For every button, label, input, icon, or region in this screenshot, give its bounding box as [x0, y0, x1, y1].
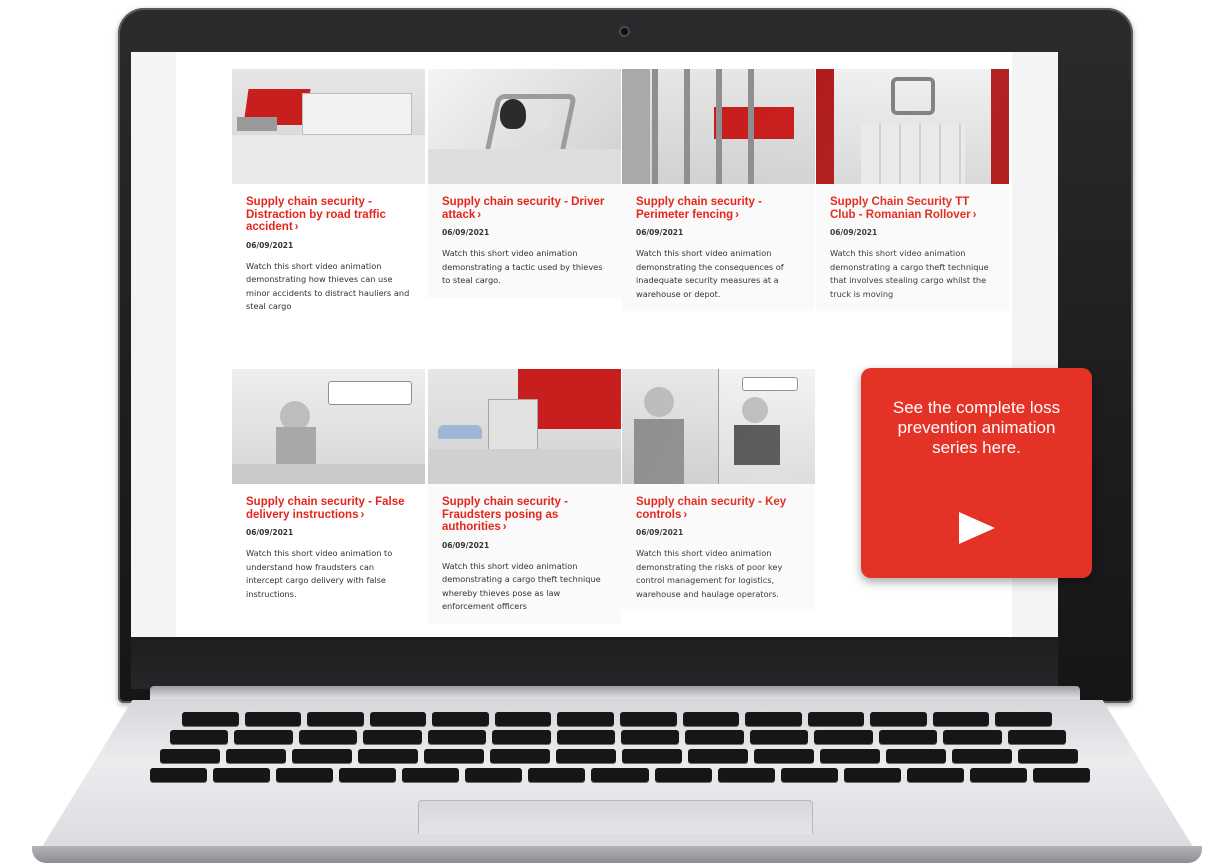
keyboard-key: [150, 768, 208, 782]
keyboard-key: [622, 749, 682, 763]
keyboard-key: [807, 712, 865, 726]
keyboard-key: [932, 712, 990, 726]
keyboard-key: [424, 749, 484, 763]
keyboard-key: [717, 768, 775, 782]
keyboard-key: [182, 712, 239, 726]
keyboard-key: [369, 712, 427, 726]
keyboard-key: [995, 712, 1052, 726]
keyboard-key: [843, 768, 901, 782]
keyboard-key: [432, 712, 489, 726]
keyboard-key: [886, 749, 946, 763]
keyboard-key: [402, 768, 460, 782]
keyboard-key: [1032, 768, 1090, 782]
keyboard-key: [685, 730, 744, 744]
keyboard-key: [557, 712, 614, 726]
keyboard-key: [682, 712, 740, 726]
keyboard-key: [170, 730, 229, 744]
keyboard-key: [427, 730, 487, 744]
keyboard-key: [591, 768, 649, 782]
keyboard-key: [621, 730, 680, 744]
trackpad[interactable]: [418, 800, 813, 834]
keyboard-key: [870, 712, 927, 726]
keyboard-key: [620, 712, 677, 726]
keyboard-key: [234, 730, 293, 744]
keyboard-key: [226, 749, 286, 763]
keyboard-key: [213, 768, 271, 782]
keyboard-key: [339, 768, 397, 782]
keyboard-key: [969, 768, 1027, 782]
keyboard-key: [292, 749, 352, 763]
keyboard-key: [754, 749, 814, 763]
keyboard-key: [820, 749, 880, 763]
keyboard-key: [749, 730, 809, 744]
keyboard-key: [814, 730, 873, 744]
keyboard-key: [1018, 749, 1078, 763]
laptop-keyboard: [0, 0, 1232, 863]
keyboard-key: [494, 712, 552, 726]
keyboard-key: [1007, 730, 1066, 744]
keyboard-key: [654, 768, 712, 782]
keyboard-key: [298, 730, 358, 744]
keyboard-key: [943, 730, 1002, 744]
keyboard-key: [906, 768, 964, 782]
keyboard-key: [358, 749, 418, 763]
keyboard-key: [952, 749, 1012, 763]
keyboard-key: [363, 730, 422, 744]
keyboard-key: [276, 768, 334, 782]
keyboard-key: [492, 730, 551, 744]
keyboard-key: [878, 730, 938, 744]
keyboard-key: [556, 730, 615, 744]
keyboard-key: [688, 749, 748, 763]
keyboard-key: [556, 749, 616, 763]
laptop-base-edge: [32, 846, 1202, 863]
keyboard-key: [745, 712, 802, 726]
keyboard-key: [465, 768, 523, 782]
keyboard-key: [160, 749, 220, 763]
keyboard-key: [528, 768, 586, 782]
keyboard-key: [780, 768, 838, 782]
keyboard-key: [307, 712, 364, 726]
keyboard-key: [244, 712, 302, 726]
keyboard-key: [490, 749, 550, 763]
